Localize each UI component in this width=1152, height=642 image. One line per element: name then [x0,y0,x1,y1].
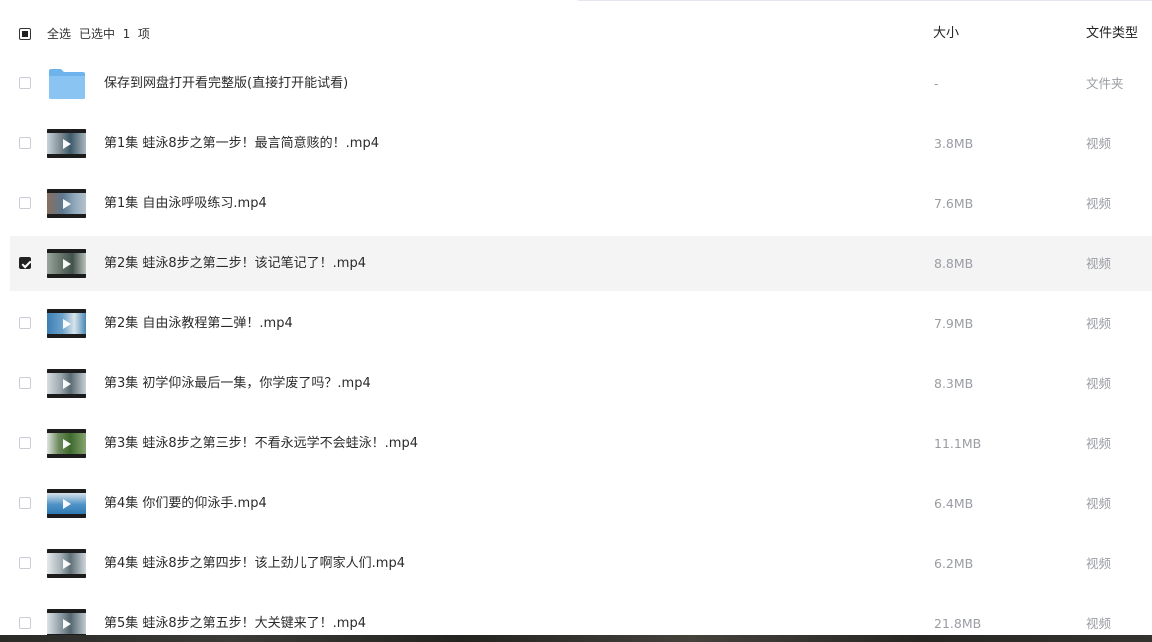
play-icon [63,619,71,629]
video-thumbnail [47,429,86,458]
row-checkbox[interactable] [19,557,31,569]
file-size: 7.9MB [934,316,974,331]
file-name[interactable]: 第3集 初学仰泳最后一集，你学废了吗？.mp4 [104,375,371,393]
file-name[interactable]: 第5集 蛙泳8步之第五步！大关键来了！.mp4 [104,615,366,633]
row-checkbox[interactable] [19,317,31,329]
type-column-header[interactable]: 文件类型 [1086,25,1138,43]
file-type: 文件夹 [1086,76,1124,91]
select-all-checkbox[interactable] [19,28,31,40]
file-size: 6.4MB [934,496,974,511]
file-size: 6.2MB [934,556,974,571]
play-icon [63,559,71,569]
play-icon [63,259,71,269]
file-name[interactable]: 第4集 蛙泳8步之第四步！该上劲儿了啊家人们.mp4 [104,555,405,573]
file-size: 8.3MB [934,376,974,391]
file-row[interactable]: 第2集 自由泳教程第二弹！.mp4 7.9MB 视频 [10,296,1152,351]
video-thumbnail [47,249,86,278]
video-thumbnail [47,309,86,338]
row-checkbox[interactable] [19,257,31,269]
file-name[interactable]: 第1集 自由泳呼吸练习.mp4 [104,195,267,213]
file-type: 视频 [1086,376,1112,391]
row-checkbox[interactable] [19,77,31,89]
file-row[interactable]: 第4集 蛙泳8步之第四步！该上劲儿了啊家人们.mp4 6.2MB 视频 [10,536,1152,591]
size-column-header[interactable]: 大小 [933,25,959,43]
file-name[interactable]: 第1集 蛙泳8步之第一步！最言简意赅的！.mp4 [104,135,379,153]
play-icon [63,139,71,149]
file-type: 视频 [1086,256,1112,271]
file-size: 8.8MB [934,256,974,271]
row-checkbox[interactable] [19,437,31,449]
file-size: 21.8MB [934,616,982,631]
list-header: 全选 已选中 1 项 大小 文件类型 [0,0,1152,56]
file-row[interactable]: 第4集 你们要的仰泳手.mp4 6.4MB 视频 [10,476,1152,531]
file-type: 视频 [1086,616,1112,631]
row-checkbox[interactable] [19,197,31,209]
video-thumbnail [47,549,86,578]
play-icon [63,499,71,509]
file-type: 视频 [1086,436,1112,451]
file-type: 视频 [1086,556,1112,571]
play-icon [63,439,71,449]
video-thumbnail [47,369,86,398]
file-row[interactable]: 第3集 初学仰泳最后一集，你学废了吗？.mp4 8.3MB 视频 [10,356,1152,411]
file-name[interactable]: 第2集 蛙泳8步之第二步！该记笔记了！.mp4 [104,255,366,273]
file-type: 视频 [1086,496,1112,511]
play-icon [63,379,71,389]
folder-icon [49,69,85,99]
video-thumbnail [47,129,86,158]
bottom-edge [0,635,1152,642]
file-row[interactable]: 第3集 蛙泳8步之第三步！不看永远学不会蛙泳！.mp4 11.1MB 视频 [10,416,1152,471]
selected-count-label: 已选中 1 项 [79,27,150,41]
file-row-selected[interactable]: 第2集 蛙泳8步之第二步！该记笔记了！.mp4 8.8MB 视频 [10,236,1152,291]
file-name[interactable]: 保存到网盘打开看完整版(直接打开能试看) [104,75,348,93]
file-type: 视频 [1086,316,1112,331]
file-size: 7.6MB [934,196,974,211]
video-thumbnail [47,189,86,218]
row-checkbox[interactable] [19,617,31,629]
play-icon [63,319,71,329]
file-name[interactable]: 第4集 你们要的仰泳手.mp4 [104,495,267,513]
row-checkbox[interactable] [19,137,31,149]
select-all-label[interactable]: 全选 [47,26,71,42]
file-row[interactable]: 保存到网盘打开看完整版(直接打开能试看) - 文件夹 [10,56,1152,111]
row-checkbox[interactable] [19,377,31,389]
video-thumbnail [47,609,86,638]
file-name[interactable]: 第2集 自由泳教程第二弹！.mp4 [104,315,293,333]
file-name[interactable]: 第3集 蛙泳8步之第三步！不看永远学不会蛙泳！.mp4 [104,435,418,453]
file-type: 视频 [1086,196,1112,211]
file-size: 3.8MB [934,136,974,151]
file-size: 11.1MB [934,436,982,451]
file-row[interactable]: 第1集 蛙泳8步之第一步！最言简意赅的！.mp4 3.8MB 视频 [10,116,1152,171]
video-thumbnail [47,489,86,518]
play-icon [63,199,71,209]
file-row[interactable]: 第1集 自由泳呼吸练习.mp4 7.6MB 视频 [10,176,1152,231]
row-checkbox[interactable] [19,497,31,509]
file-list-panel: 全选 已选中 1 项 大小 文件类型 保存到网盘打开看完整版(直接打开能试看) … [0,0,1152,642]
file-size: - [934,76,939,91]
file-type: 视频 [1086,136,1112,151]
